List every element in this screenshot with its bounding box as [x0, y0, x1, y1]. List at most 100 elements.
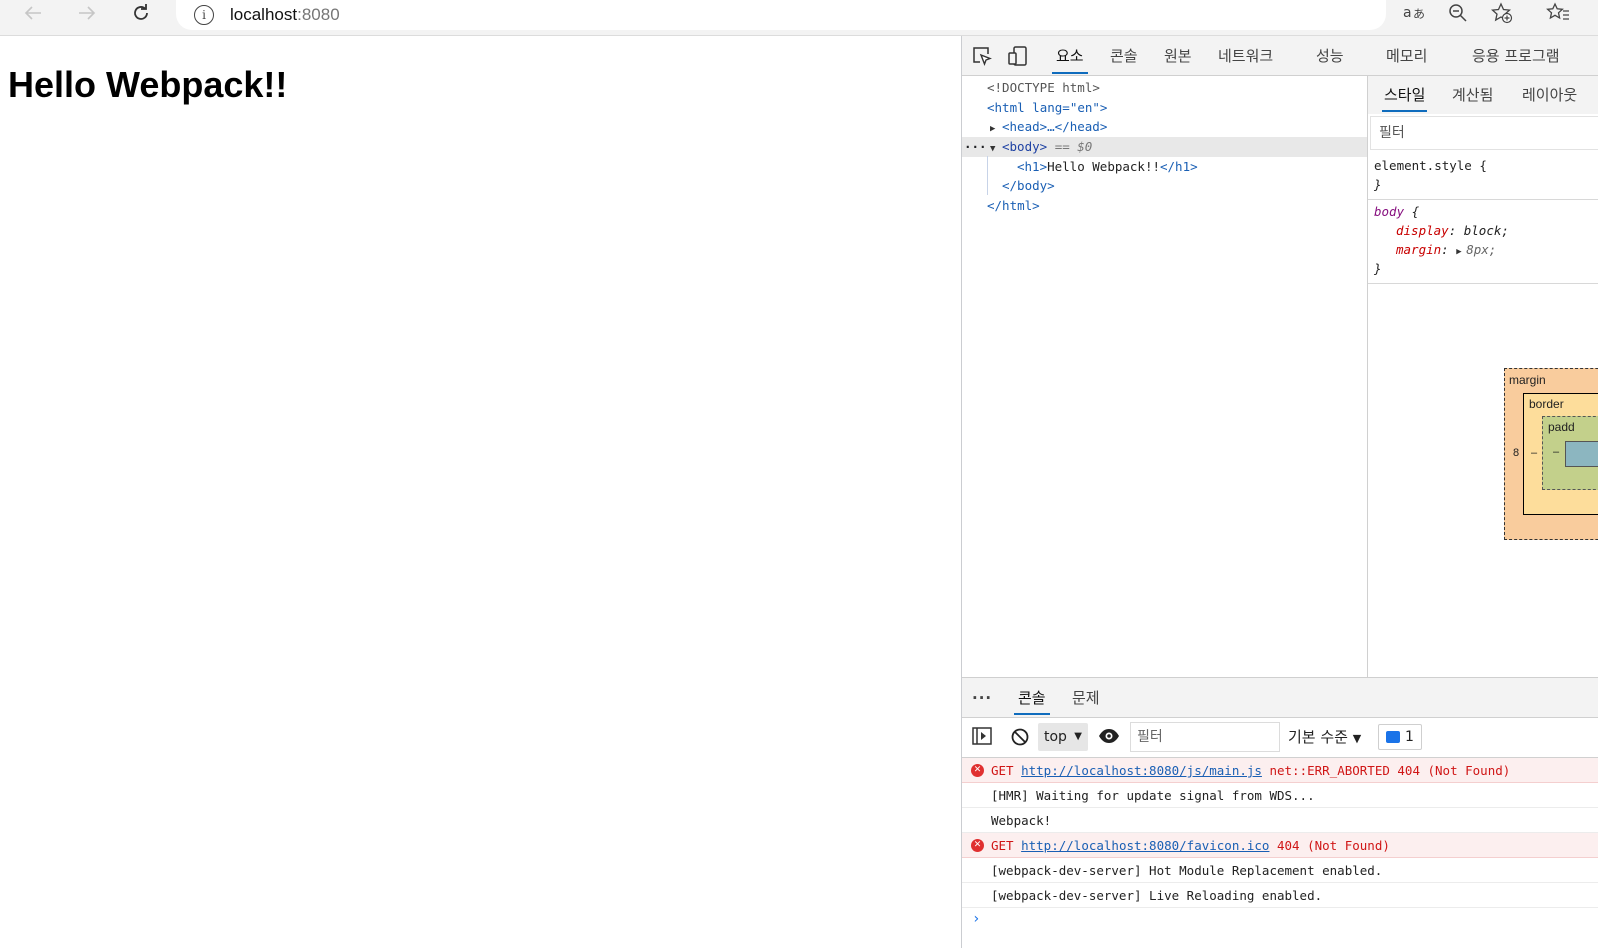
- body-selector[interactable]: body: [1374, 204, 1404, 219]
- console-filter-input[interactable]: 필터: [1130, 722, 1280, 752]
- tab-layout[interactable]: 레이아웃: [1522, 76, 1577, 114]
- box-model-border[interactable]: border – padd –: [1523, 393, 1598, 515]
- selected-marker: == $0: [1054, 139, 1093, 154]
- site-info-icon[interactable]: i: [194, 5, 214, 25]
- display-prop-name: display: [1396, 223, 1449, 238]
- zoom-out-button[interactable]: [1444, 0, 1472, 26]
- prompt-chevron-icon: ›: [972, 911, 981, 927]
- tab-performance[interactable]: 성능: [1316, 36, 1344, 76]
- console-prompt[interactable]: ›: [962, 908, 1598, 930]
- console-message-error[interactable]: ✕ GET http://localhost:8080/js/main.js ne…: [962, 758, 1598, 783]
- tab-computed[interactable]: 계산됨: [1452, 76, 1493, 114]
- margin-prop-name: margin: [1396, 242, 1442, 257]
- margin-prop-value: 8px;: [1466, 242, 1497, 257]
- box-model-border-left[interactable]: –: [1531, 447, 1537, 459]
- dom-h1[interactable]: <h1>Hello Webpack!!</h1>: [962, 157, 1367, 177]
- margin-declaration[interactable]: margin: ▶ 8px;: [1368, 240, 1598, 259]
- issues-counter-button[interactable]: 1: [1378, 724, 1422, 750]
- tab-memory[interactable]: 메모리: [1386, 36, 1427, 76]
- styles-tabbar: 스타일 계산됨 레이아웃: [1368, 76, 1598, 114]
- back-button[interactable]: [16, 0, 50, 26]
- box-model-margin[interactable]: margin 8 border – padd –: [1504, 368, 1598, 540]
- add-favorite-button[interactable]: [1488, 0, 1516, 26]
- show-sidebar-button[interactable]: [972, 727, 992, 749]
- read-aloud-button[interactable]: aあ: [1400, 0, 1428, 26]
- h1-open-tag: <h1>: [1017, 159, 1048, 174]
- drawer-tab-issues[interactable]: 문제: [1072, 678, 1100, 718]
- h1-text: Hello Webpack!!: [1047, 159, 1160, 174]
- tab-sources[interactable]: 원본: [1164, 36, 1192, 76]
- error-icon: ✕: [971, 764, 984, 777]
- page-heading: Hello Webpack!!: [8, 64, 288, 105]
- clear-icon: [1011, 728, 1029, 746]
- translate-icon: aあ: [1403, 5, 1425, 21]
- dom-head[interactable]: ▶ <head>…</head>: [962, 117, 1367, 137]
- message-link[interactable]: http://localhost:8080/favicon.ico: [1021, 838, 1269, 853]
- refresh-button[interactable]: [124, 0, 158, 26]
- forward-button[interactable]: [70, 0, 104, 26]
- inspect-element-button[interactable]: [970, 44, 994, 68]
- box-model-margin-left[interactable]: 8: [1513, 447, 1519, 459]
- body-open-tag: <body>: [1002, 139, 1048, 154]
- display-prop-value: block;: [1463, 223, 1509, 238]
- message-text: [HMR] Waiting for update signal from WDS…: [991, 788, 1315, 803]
- display-declaration[interactable]: display: block;: [1368, 221, 1598, 240]
- message-link[interactable]: http://localhost:8080/js/main.js: [1021, 763, 1262, 778]
- page-viewport: Hello Webpack!!: [0, 36, 961, 948]
- favorites-button[interactable]: [1544, 0, 1572, 26]
- html-open-tag: <html: [987, 100, 1025, 115]
- element-style-selector[interactable]: element.style {: [1368, 156, 1598, 175]
- live-expression-button[interactable]: [1098, 728, 1120, 748]
- head-tag: <head>…</head>: [1002, 119, 1108, 134]
- tab-console[interactable]: 콘솔: [1110, 36, 1138, 76]
- tab-elements[interactable]: 요소: [1052, 36, 1088, 76]
- html-close-tag: </html>: [987, 198, 1040, 213]
- svg-text:a: a: [1403, 5, 1412, 21]
- drawer-tab-console[interactable]: 콘솔: [1014, 678, 1050, 718]
- clear-console-button[interactable]: [1010, 727, 1030, 751]
- issues-count: 1: [1405, 729, 1414, 745]
- dom-doctype[interactable]: <!DOCTYPE html>: [962, 78, 1367, 98]
- log-levels-dropdown[interactable]: 기본 수준 ▼: [1288, 718, 1361, 758]
- styles-filter-input[interactable]: 필터: [1370, 116, 1598, 150]
- error-icon: ✕: [971, 839, 984, 852]
- box-model-padding[interactable]: padd –: [1542, 416, 1598, 490]
- html-attr-value: "en": [1069, 100, 1100, 115]
- expand-triangle-icon[interactable]: ▶: [990, 119, 1002, 139]
- dom-body-close[interactable]: </body>: [962, 176, 1367, 196]
- levels-chevron-icon: ▼: [1352, 732, 1362, 745]
- zoom-out-icon: [1449, 4, 1467, 22]
- device-emulation-button[interactable]: [1006, 44, 1030, 68]
- dom-body-selected[interactable]: ··· ▼ <body> == $0: [962, 137, 1367, 157]
- drawer-more-button[interactable]: ···: [972, 678, 992, 718]
- console-message-log[interactable]: [HMR] Waiting for update signal from WDS…: [962, 783, 1598, 808]
- box-model-content[interactable]: [1565, 441, 1598, 467]
- body-rule-header: body {: [1368, 202, 1598, 221]
- more-actions-icon[interactable]: ···: [962, 137, 990, 157]
- dom-html-close[interactable]: </html>: [962, 196, 1367, 216]
- context-select[interactable]: top ▼: [1038, 723, 1088, 751]
- dom-html-open[interactable]: <html lang="en">: [962, 98, 1367, 118]
- console-message-log[interactable]: Webpack!: [962, 808, 1598, 833]
- sidebar-toggle-icon: [972, 727, 992, 745]
- tab-styles[interactable]: 스타일: [1381, 76, 1428, 114]
- expand-shorthand-icon[interactable]: ▶: [1456, 243, 1466, 262]
- console-message-log[interactable]: [webpack-dev-server] Hot Module Replacem…: [962, 858, 1598, 883]
- favorites-list-icon: [1546, 2, 1569, 20]
- browser-toolbar: i localhost:8080 aあ: [0, 0, 1598, 36]
- tab-network[interactable]: 네트워크: [1218, 36, 1273, 76]
- box-model-padding-left[interactable]: –: [1553, 446, 1559, 458]
- html-close-bracket: >: [1099, 100, 1108, 115]
- address-bar[interactable]: i localhost:8080: [176, 0, 1386, 30]
- body-close-brace: }: [1374, 261, 1382, 276]
- console-message-log[interactable]: [webpack-dev-server] Live Reloading enab…: [962, 883, 1598, 908]
- log-levels-label: 기본 수준: [1288, 728, 1348, 746]
- console-message-error[interactable]: ✕ GET http://localhost:8080/favicon.ico 4…: [962, 833, 1598, 858]
- svg-text:あ: あ: [1413, 7, 1425, 21]
- box-model-border-label: border: [1529, 397, 1564, 411]
- tab-application[interactable]: 응용 프로그램: [1472, 36, 1560, 76]
- collapse-triangle-icon[interactable]: ▼: [990, 139, 1002, 159]
- element-style-rule: element.style { }: [1368, 156, 1598, 200]
- device-icon: [1008, 46, 1027, 66]
- eye-icon: [1099, 729, 1119, 743]
